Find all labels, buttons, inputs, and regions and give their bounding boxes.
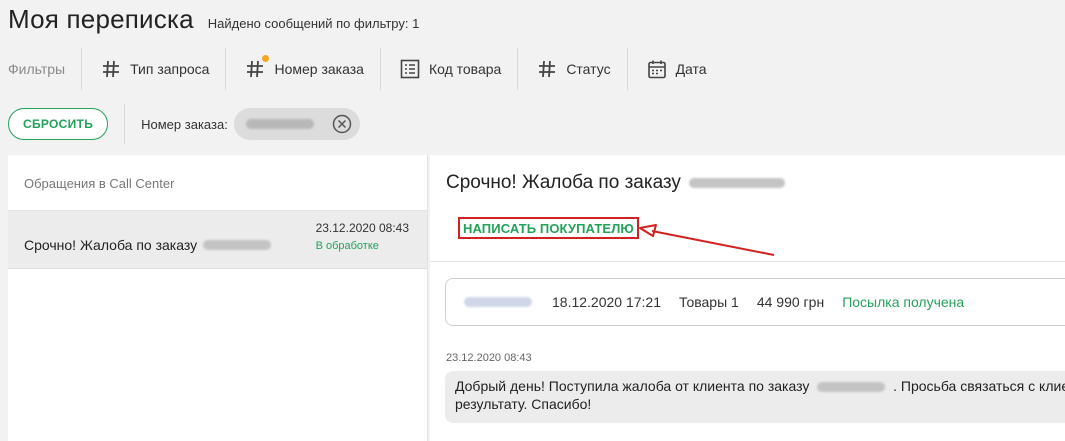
detail-title: Срочно! Жалоба по заказу — [446, 172, 785, 194]
found-count-text: Найдено сообщений по фильтру: 1 — [207, 16, 420, 31]
filter-product-code[interactable]: Код товара — [379, 48, 517, 90]
status-badge: В обработке — [315, 240, 379, 252]
redacted-order-link — [464, 297, 532, 307]
redacted-order-number — [688, 178, 785, 188]
reset-button[interactable]: СБРОСИТЬ — [8, 108, 109, 140]
conversation-detail: Срочно! Жалоба по заказу НАПИСАТЬ ПОКУПА… — [430, 155, 1065, 441]
divider — [124, 104, 126, 144]
filter-request-type[interactable]: Тип запроса — [81, 48, 225, 90]
message-bubble: Добрый день! Поступила жалоба от клиента… — [445, 371, 1065, 423]
hash-icon — [100, 58, 122, 80]
order-date: 18.12.2020 17:21 — [552, 294, 661, 310]
conversation-date: 23.12.2020 08:43 — [315, 221, 409, 235]
filter-date[interactable]: Дата — [626, 48, 723, 90]
redacted-order-number — [203, 239, 272, 250]
active-filters-row: СБРОСИТЬ Номер заказа: — [8, 104, 360, 144]
message-date: 23.12.2020 08:43 — [446, 352, 532, 364]
hash-icon — [536, 58, 558, 80]
filters-label: Фильтры — [8, 61, 66, 77]
order-number-chip — [233, 108, 360, 140]
divider — [430, 261, 1065, 262]
write-buyer-button[interactable]: НАПИСАТЬ ПОКУПАТЕЛЮ — [458, 217, 639, 239]
redacted-order-number — [817, 382, 886, 393]
order-status: Посылка получена — [842, 294, 965, 310]
redacted-order-number — [245, 119, 314, 129]
order-amount: 44 990 грн — [756, 294, 825, 310]
conversation-meta: 23.12.2020 08:43 В обработке — [316, 221, 409, 268]
active-filter-dot — [262, 55, 270, 62]
order-items: Товары 1 — [679, 294, 739, 310]
hash-icon — [244, 55, 270, 80]
page-header: Моя переписка Найдено сообщений по фильт… — [8, 4, 419, 38]
filter-status[interactable]: Статус — [517, 48, 626, 90]
annotation-arrow — [639, 224, 775, 256]
calendar-icon — [646, 58, 668, 80]
filter-order-number[interactable]: Номер заказа — [225, 48, 379, 90]
close-icon[interactable] — [332, 114, 352, 134]
page-title: Моя переписка — [8, 4, 194, 34]
list-icon — [399, 58, 421, 80]
chip-label: Номер заказа: — [141, 116, 228, 132]
order-card[interactable]: 18.12.2020 17:21 Товары 1 44 990 грн Пос… — [445, 278, 1065, 326]
list-item[interactable]: Срочно! Жалоба по заказу 23.12.2020 08:4… — [8, 211, 427, 269]
conversations-panel: Обращения в Call Center Срочно! Жалоба п… — [8, 155, 428, 441]
filters-bar: Фильтры Тип запроса Номер заказа Код тов… — [8, 48, 723, 90]
conversation-title: Срочно! Жалоба по заказу — [24, 221, 272, 268]
conversations-heading: Обращения в Call Center — [8, 155, 427, 211]
